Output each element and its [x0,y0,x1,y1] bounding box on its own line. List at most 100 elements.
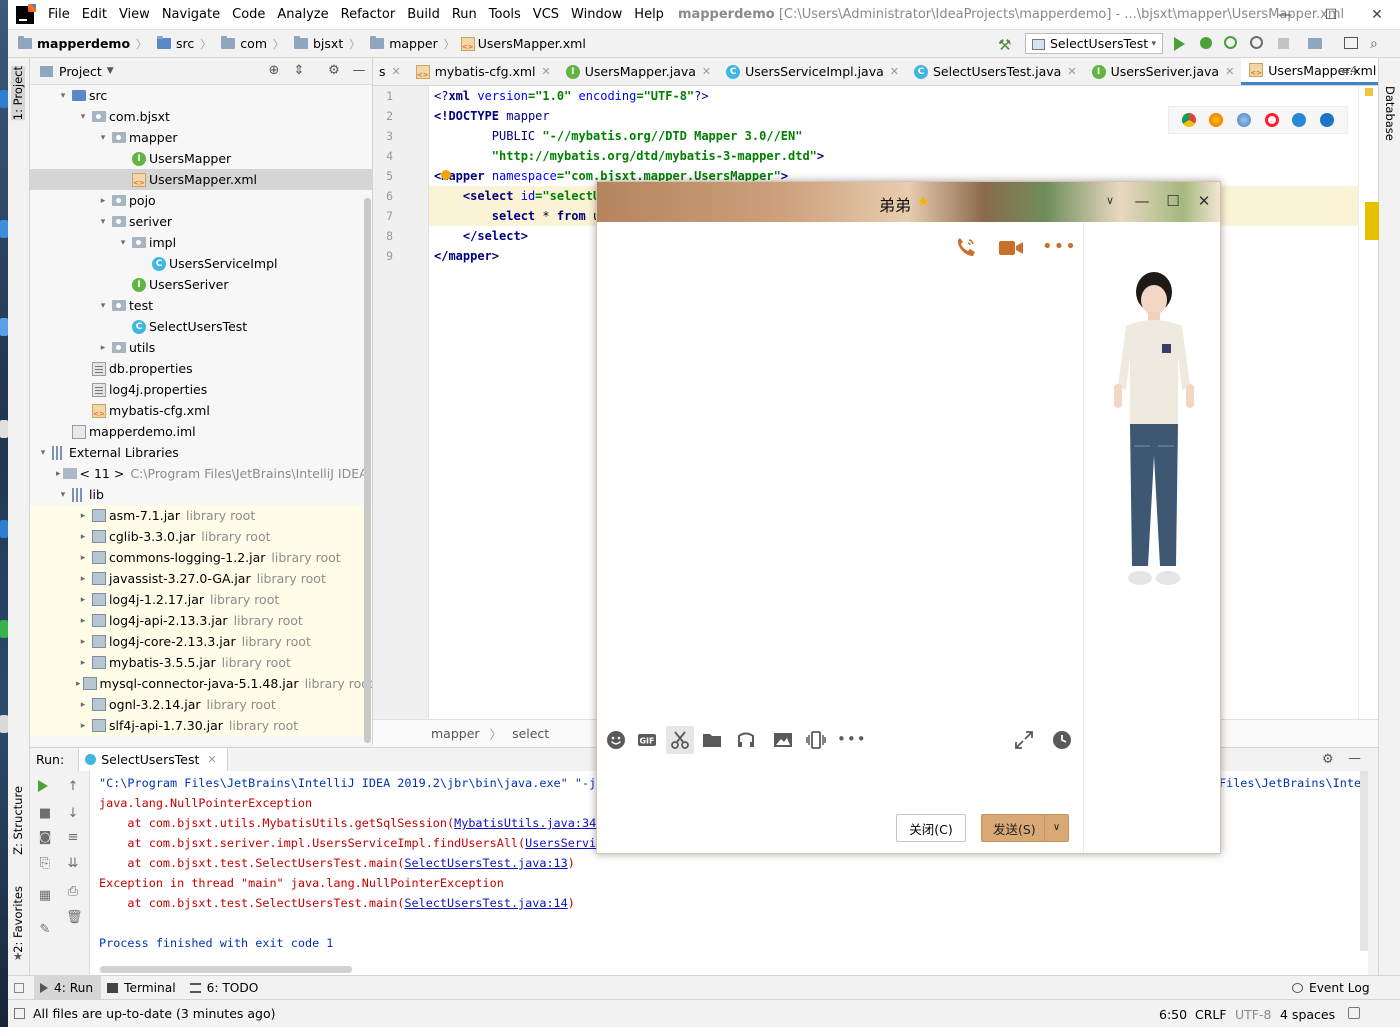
chevron-down-icon[interactable]: ▼ [107,66,114,76]
tree-item[interactable]: ▸ ognl-3.2.14.jar library root [30,694,372,715]
scrollbar[interactable] [364,198,371,743]
close-tab-icon[interactable]: ✕ [392,65,401,78]
menu-navigate[interactable]: Navigate [156,7,226,22]
tree-item[interactable]: I UsersSeriver [30,274,372,295]
editor-tab[interactable]: mybatis-cfg.xml ✕ [408,58,558,85]
project-structure-icon[interactable] [1308,38,1322,49]
tree-item[interactable]: ▸ javassist-3.27.0-GA.jar library root [30,568,372,589]
arrow-down-icon[interactable]: ↓ [66,807,80,821]
chevron-down-icon[interactable]: ▾ [76,112,90,122]
tree-item[interactable]: ▸ pojo [30,190,372,211]
tree-item[interactable]: ▸ < 11 > C:\Program Files\JetBrains\Intell… [30,463,372,484]
tool-windows-icon[interactable] [14,982,24,993]
tree-item[interactable]: ▸ commons-logging-1.2.jar library root [30,547,372,568]
chevron-right-icon[interactable]: ▸ [76,532,90,542]
breadcrumb-select[interactable]: select [512,726,549,741]
video-call-icon[interactable] [998,238,1024,258]
event-log-button[interactable]: Event Log [1286,976,1378,1000]
menu-code[interactable]: Code [226,7,271,22]
restore-layout-icon[interactable]: ⎘ [38,857,52,871]
chevron-right-icon[interactable]: ▸ [76,511,90,521]
favorites-tool-button[interactable]: 2: Favorites [11,886,25,953]
nav-crumb-bjsxt[interactable]: bjsxt 〉 [284,36,360,52]
voice-call-icon[interactable] [954,237,978,259]
tree-item[interactable]: ▾ seriver [30,211,372,232]
expand-icon[interactable] [1014,730,1034,750]
more-tools-icon[interactable]: ••• [837,730,867,748]
close-icon[interactable]: ✕ [207,753,216,766]
emoji-icon[interactable] [606,730,626,750]
tree-item[interactable]: ▸ log4j-1.2.17.jar library root [30,589,372,610]
nav-crumb-com[interactable]: com 〉 [211,36,284,52]
chevron-down-icon[interactable]: ∨ [1044,815,1068,841]
editor-tab[interactable]: I UsersMapper.java ✕ [558,58,718,85]
chevron-right-icon[interactable]: ▸ [76,700,90,710]
chevron-right-icon[interactable]: ▸ [56,469,61,479]
image-icon[interactable] [773,730,793,750]
chevron-down-icon[interactable]: ▾ [96,217,110,227]
chevron-right-icon[interactable]: ▸ [76,616,90,626]
editor-tab[interactable]: UsersMapper.xml✕ [1241,58,1378,85]
rerun-icon[interactable] [38,780,48,792]
tree-item[interactable]: ▸ mysql-connector-java-5.1.48.jar library … [30,673,372,694]
tree-item[interactable]: C UsersServiceImpl [30,253,372,274]
stacktrace-link[interactable]: SelectUsersTest.java:14 [404,896,567,910]
maximize-icon[interactable]: ☐ [1308,0,1354,30]
editor-tab[interactable]: I UsersSeriver.java ✕ [1084,58,1242,85]
menu-view[interactable]: View [113,7,156,22]
menu-analyze[interactable]: Analyze [271,7,334,22]
more-options-icon[interactable]: ••• [1042,236,1077,257]
scroll-to-end-icon[interactable]: ⇊ [66,857,80,871]
line-separator[interactable]: CRLF [1195,1007,1227,1022]
nav-crumb-project[interactable]: mapperdemo 〉 [8,36,147,52]
structure-tool-button[interactable]: Z: Structure [11,786,25,855]
tree-item[interactable]: ▸ slf4j-api-1.7.30.jar library root [30,715,372,736]
chevron-down-icon[interactable]: ▾ [56,91,70,101]
chevron-right-icon[interactable]: ▸ [76,553,90,563]
maximize-icon[interactable]: ☐ [1162,192,1184,210]
stacktrace-link[interactable]: MybatisUtils.java:34 [454,816,596,830]
profile-icon[interactable] [1250,36,1263,49]
hide-icon[interactable]: — [1348,751,1361,766]
screen-shake-icon[interactable] [806,730,826,750]
breadcrumb-mapper[interactable]: mapper [431,726,480,741]
close-tab-icon[interactable]: ✕ [1225,65,1234,78]
hide-icon[interactable]: — [352,64,366,78]
camera-icon[interactable]: ◙ [38,831,52,845]
tree-item[interactable]: ▾ test [30,295,372,316]
tree-item[interactable]: ▸ log4j-core-2.13.3.jar library root [30,631,372,652]
tree-item[interactable]: ▾ lib [30,484,372,505]
terminal-tool-button[interactable]: Terminal [101,976,184,1000]
chevron-right-icon[interactable]: ▸ [96,343,110,353]
menu-refactor[interactable]: Refactor [335,7,402,22]
chrome-icon[interactable] [1181,113,1196,127]
minimize-icon[interactable]: — [1262,0,1308,30]
run-icon[interactable] [1174,37,1185,51]
menu-window[interactable]: Window [565,7,628,22]
locate-icon[interactable]: ⊕ [267,64,281,78]
chevron-down-icon[interactable]: ▾ [116,238,130,248]
tree-item[interactable]: db.properties [30,358,372,379]
menu-vcs[interactable]: VCS [527,7,565,22]
tree-item[interactable]: log4j.properties [30,379,372,400]
tree-item[interactable]: UsersMapper.xml [30,169,372,190]
firefox-icon[interactable] [1209,113,1224,127]
chat-message-area[interactable]: ••• [597,222,1083,720]
status-layout-icon[interactable] [14,1008,25,1019]
project-tool-button[interactable]: 1: Project [11,66,25,121]
close-tab-icon[interactable]: ✕ [1067,65,1076,78]
tree-item[interactable]: ▸ log4j-api-2.13.3.jar library root [30,610,372,631]
chevron-down-icon[interactable]: ▾ [96,133,110,143]
menu-run[interactable]: Run [446,7,483,22]
chevron-right-icon[interactable]: ▸ [96,196,110,206]
tree-item[interactable]: ▾ External Libraries [30,442,372,463]
chevron-down-icon[interactable]: ▾ [56,490,70,500]
tree-item[interactable]: ▾ com.bjsxt [30,106,372,127]
h-scrollbar[interactable] [100,966,352,973]
nav-crumb-mapper[interactable]: mapper 〉 [360,36,455,52]
chevron-right-icon[interactable]: ▸ [76,637,90,647]
tree-item[interactable]: ▾ src [30,85,372,106]
print-icon[interactable]: ⎙ [66,885,80,899]
tree-item[interactable]: ▾ impl [30,232,372,253]
run-tool-button[interactable]: 4: Run [34,975,102,1000]
